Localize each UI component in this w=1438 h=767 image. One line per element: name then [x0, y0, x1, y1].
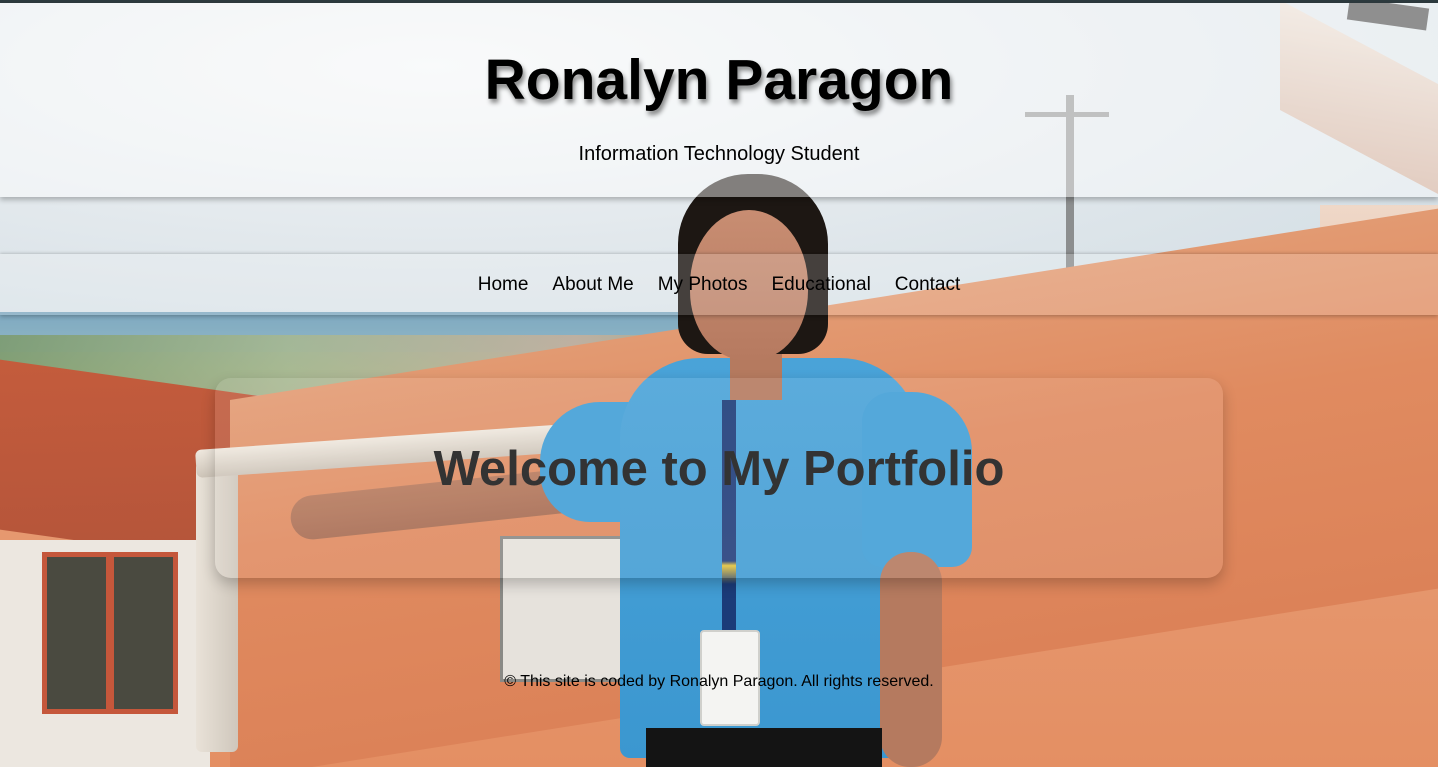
nav-contact[interactable]: Contact [883, 273, 972, 297]
nav-my-photos[interactable]: My Photos [646, 273, 760, 297]
nav-about-me[interactable]: About Me [540, 273, 645, 297]
site-header: Ronalyn Paragon Information Technology S… [0, 3, 1438, 197]
site-footer: © This site is coded by Ronalyn Paragon.… [504, 673, 934, 690]
person-right-arm [880, 552, 942, 767]
site-title: Ronalyn Paragon [484, 48, 954, 112]
welcome-card: Welcome to My Portfolio [215, 378, 1223, 578]
welcome-heading: Welcome to My Portfolio [433, 442, 1005, 496]
site-subtitle: Information Technology Student [578, 143, 860, 165]
nav-home[interactable]: Home [466, 273, 541, 297]
person-skirt [646, 728, 882, 767]
nav-educational[interactable]: Educational [760, 273, 883, 297]
main-nav: Home About Me My Photos Educational Cont… [0, 254, 1438, 315]
